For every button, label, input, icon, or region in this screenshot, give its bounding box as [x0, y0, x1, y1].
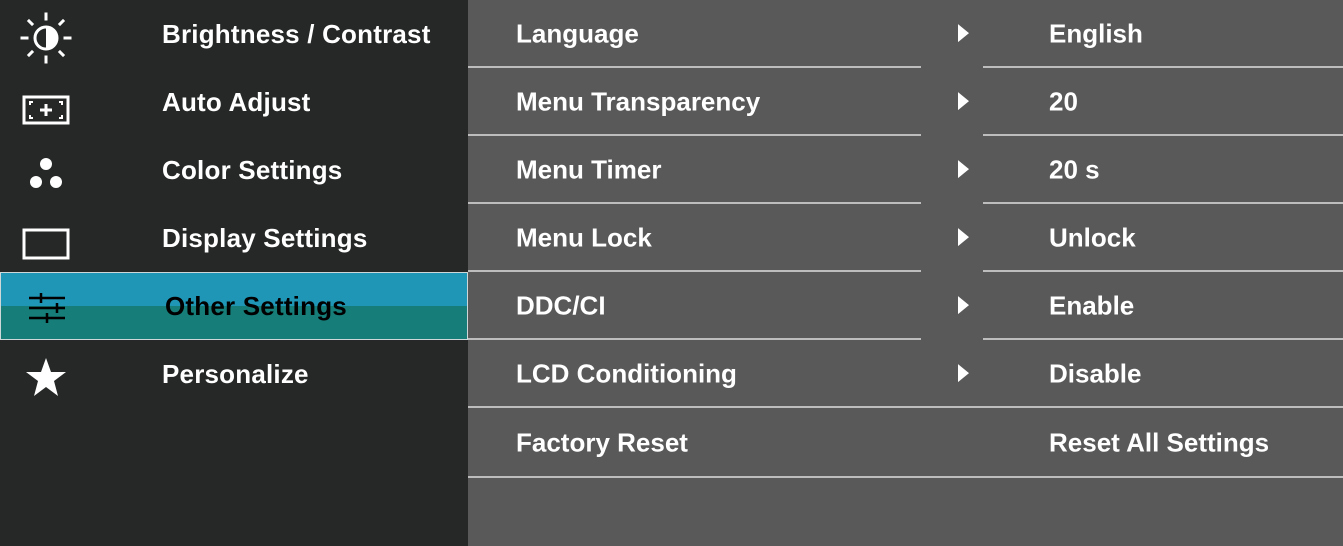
setting-row-ddc-ci[interactable]: DDC/CI Enable [468, 272, 1343, 340]
setting-name: Language [516, 18, 639, 49]
sidebar-item-brightness-contrast[interactable]: Brightness / Contrast [0, 0, 468, 68]
setting-name: Factory Reset [516, 427, 688, 458]
setting-value: Enable [1049, 290, 1135, 321]
setting-name: Menu Transparency [516, 86, 761, 117]
submenu-arrow-icon [958, 364, 969, 383]
auto-adjust-icon [16, 72, 76, 132]
sidebar-item-label: Color Settings [162, 154, 343, 185]
submenu-arrow-icon [958, 160, 969, 179]
star-icon [16, 344, 76, 404]
setting-row-factory-reset[interactable]: Factory Reset Reset All Settings [468, 408, 1343, 478]
sidebar-item-color-settings[interactable]: Color Settings [0, 136, 468, 204]
setting-name: LCD Conditioning [516, 358, 737, 389]
setting-row-menu-lock[interactable]: Menu Lock Unlock [468, 204, 1343, 272]
sidebar-item-other-settings[interactable]: Other Settings [0, 272, 468, 340]
setting-row-language[interactable]: Language English [468, 0, 1343, 68]
setting-value: Reset All Settings [1049, 427, 1270, 458]
sidebar-item-auto-adjust[interactable]: Auto Adjust [0, 68, 468, 136]
setting-name: DDC/CI [516, 290, 606, 321]
setting-name: Menu Lock [516, 222, 652, 253]
setting-row-menu-transparency[interactable]: Menu Transparency 20 [468, 68, 1343, 136]
sidebar-item-label: Display Settings [162, 222, 368, 253]
brightness-icon [16, 4, 76, 64]
submenu-arrow-icon [958, 296, 969, 315]
submenu-arrow-icon [958, 228, 969, 247]
sidebar-item-display-settings[interactable]: Display Settings [0, 204, 468, 272]
row-divider [468, 476, 1343, 478]
setting-row-menu-timer[interactable]: Menu Timer 20 s [468, 136, 1343, 204]
setting-value: 20 s [1049, 154, 1100, 185]
submenu-arrow-icon [958, 92, 969, 111]
sidebar-item-label: Other Settings [165, 290, 347, 321]
setting-name: Menu Timer [516, 154, 662, 185]
sliders-icon [17, 276, 77, 336]
color-dots-icon [16, 140, 76, 200]
setting-row-lcd-conditioning[interactable]: LCD Conditioning Disable [468, 340, 1343, 408]
setting-value: Unlock [1049, 222, 1136, 253]
sidebar-item-label: Personalize [162, 358, 309, 389]
sidebar-item-label: Auto Adjust [162, 86, 311, 117]
display-rectangle-icon [16, 208, 76, 268]
setting-value: 20 [1049, 86, 1078, 117]
sidebar-item-label: Brightness / Contrast [162, 18, 431, 49]
setting-value: Disable [1049, 358, 1142, 389]
osd-menu: Brightness / Contrast Auto Adjust Color … [0, 0, 1343, 546]
submenu-arrow-icon [958, 24, 969, 43]
sidebar: Brightness / Contrast Auto Adjust Color … [0, 0, 468, 546]
setting-value: English [1049, 18, 1143, 49]
settings-panel: Language English Menu Transparency 20 Me… [468, 0, 1343, 546]
sidebar-item-personalize[interactable]: Personalize [0, 340, 468, 408]
